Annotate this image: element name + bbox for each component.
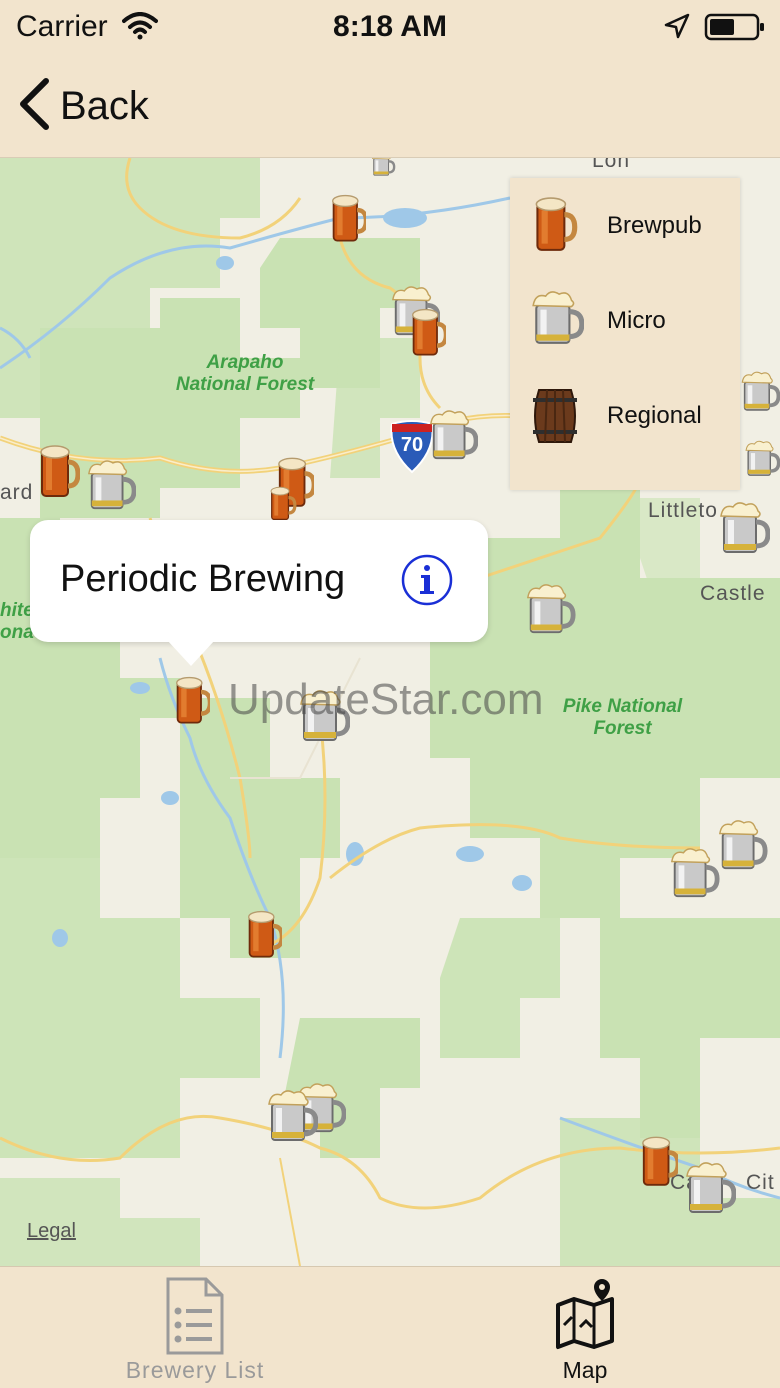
brewpub-pin[interactable] [264, 486, 300, 522]
callout-title: Periodic Brewing [60, 558, 346, 600]
back-button[interactable]: Back [18, 77, 149, 135]
map-label-littleton: Littleto [648, 499, 718, 522]
back-label: Back [60, 83, 149, 128]
micro-pin[interactable] [668, 848, 720, 902]
brewpub-pin[interactable] [330, 192, 366, 246]
map-label-pike: Pike National Forest [562, 696, 683, 739]
location-arrow-icon [664, 13, 690, 44]
map-legend: Brewpub Micro Regional [510, 178, 740, 490]
map-label-lon: Lon [592, 158, 631, 172]
tab-label-brewery-list: Brewery List [125, 1357, 265, 1383]
annotation-callout[interactable]: Periodic Brewing [30, 520, 488, 666]
legend-label-micro: Micro [607, 307, 666, 334]
status-bar: Carrier 8:18 AM [0, 0, 780, 56]
brewpub-mug-icon [530, 196, 578, 254]
micro-tankard-icon [530, 291, 584, 349]
tab-bar: Brewery List Map [0, 1266, 780, 1388]
legend-item-brewpub: Brewpub [510, 178, 740, 273]
micro-pin[interactable] [684, 1162, 736, 1218]
callout-pointer [167, 640, 215, 666]
brewpub-pin[interactable] [410, 306, 446, 360]
map-label-arapaho: Arapaho National Forest [175, 352, 315, 395]
micro-pin[interactable] [718, 502, 770, 558]
legal-link[interactable]: Legal [27, 1220, 76, 1243]
watermark-text: UpdateStar.com [228, 675, 544, 724]
micro-pin[interactable] [428, 410, 478, 464]
navigation-bar: Back [0, 56, 780, 158]
map-label-ard: ard [0, 481, 34, 504]
list-document-icon [0, 1275, 390, 1362]
tab-brewery-list[interactable]: Brewery List [0, 1267, 390, 1388]
micro-pin[interactable] [716, 820, 768, 874]
tab-label-map: Map [562, 1357, 608, 1383]
micro-pin[interactable] [266, 1090, 318, 1146]
clock-time: 8:18 AM [333, 10, 447, 43]
legend-label-brewpub: Brewpub [607, 212, 702, 239]
map-label-white: hite ona [0, 600, 34, 643]
tab-map[interactable]: Map [390, 1267, 780, 1388]
battery-icon [704, 12, 766, 47]
brewpub-pin[interactable] [246, 908, 282, 962]
map-view[interactable]: Arapaho National Forest Pike National Fo… [0, 158, 780, 1266]
brewpub-pin[interactable] [36, 444, 80, 500]
brewpub-pin-periodic-brewing[interactable] [174, 674, 210, 728]
regional-barrel-icon [530, 386, 580, 446]
micro-pin[interactable] [524, 584, 576, 638]
info-button[interactable] [400, 553, 454, 607]
brewpub-pin[interactable] [640, 1134, 678, 1190]
micro-pin[interactable] [86, 460, 136, 514]
legend-label-regional: Regional [607, 402, 702, 429]
info-icon [401, 554, 453, 606]
legend-item-regional: Regional [510, 368, 740, 463]
legend-item-micro: Micro [510, 273, 740, 368]
micro-pin[interactable] [358, 158, 408, 178]
micro-pin-cluster[interactable] [744, 420, 780, 500]
folded-map-icon [390, 1275, 780, 1356]
map-label-castle: Castle [700, 582, 766, 605]
map-label-city: Cit [746, 1171, 775, 1194]
chevron-left-icon [18, 77, 50, 135]
